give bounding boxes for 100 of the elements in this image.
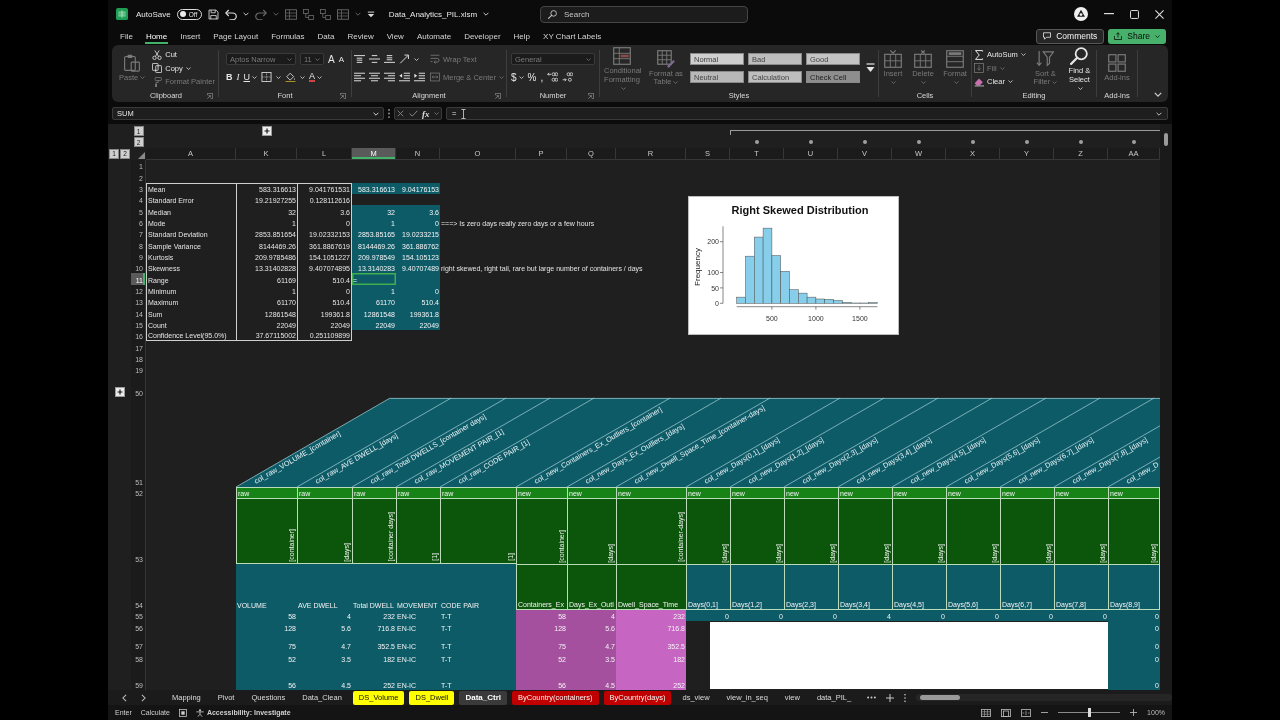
decrease-font-size-button[interactable]: A <box>338 53 344 65</box>
group-dot-icon[interactable] <box>1079 140 1083 144</box>
menu-tab[interactable]: Insert <box>179 28 202 44</box>
align-bottom-icon[interactable] <box>384 54 395 65</box>
bold-button[interactable]: B <box>226 71 233 83</box>
scroll-thumb[interactable] <box>920 695 961 700</box>
customize-icon[interactable] <box>366 10 375 18</box>
square-in-square-icon[interactable] <box>178 708 187 717</box>
dialog-launcher-icon[interactable] <box>495 93 501 99</box>
group-dot-icon[interactable] <box>755 140 759 144</box>
scroll-thumb[interactable] <box>1164 133 1168 146</box>
plus-box-icon[interactable] <box>261 126 272 136</box>
menu-tab[interactable]: Page Layout <box>212 28 260 44</box>
minimize-icon[interactable] <box>1104 13 1114 15</box>
minus-icon[interactable] <box>1041 711 1049 714</box>
chart-title: Right Skewed Distribution <box>731 204 869 216</box>
page-frame-icon[interactable] <box>1001 708 1012 717</box>
paint-roller-icon <box>152 76 163 87</box>
gallery-more-icon[interactable] <box>865 63 876 73</box>
account-icon[interactable] <box>1074 7 1088 21</box>
maximize-icon[interactable] <box>1130 9 1139 19</box>
search-field[interactable]: Search <box>540 5 748 23</box>
menu-tab[interactable]: XY Chart Labels <box>542 28 603 44</box>
search-icon <box>548 9 557 19</box>
align-middle-icon[interactable] <box>369 54 380 65</box>
currency-button[interactable]: $ <box>511 71 524 83</box>
vertical-dots-icon[interactable] <box>904 693 907 702</box>
group-dot-icon[interactable] <box>809 140 813 144</box>
left-arrow-circles-icon[interactable] <box>547 72 559 82</box>
group-dot-icon[interactable] <box>917 140 921 144</box>
axis-title: Frequency <box>693 248 702 286</box>
scissors-icon <box>152 49 163 60</box>
tiles-icon <box>1108 53 1126 72</box>
align-right-icon[interactable] <box>384 71 395 82</box>
menu-tab[interactable]: Data <box>316 28 336 44</box>
horizontal-scrollbar[interactable] <box>916 694 1172 701</box>
comments-button[interactable]: Comments <box>1036 28 1105 44</box>
sheet-tab[interactable]: Data_Ctrl <box>459 690 507 705</box>
cancel-icon[interactable] <box>397 110 405 117</box>
menu-tab[interactable]: Home <box>144 28 169 44</box>
dashed-cross-box-icon[interactable] <box>1021 708 1032 717</box>
group-dot-icon[interactable] <box>1025 140 1029 144</box>
group-dot-icon[interactable] <box>971 140 975 144</box>
dialog-launcher-icon[interactable] <box>340 93 346 99</box>
menu-tab[interactable]: File <box>119 28 134 44</box>
close-icon[interactable] <box>1155 9 1164 19</box>
comma-style-button[interactable]: , <box>540 71 544 83</box>
menu-tab[interactable]: View <box>385 28 405 44</box>
diagonal-arrow-icon[interactable] <box>399 54 410 65</box>
border-grid-icon[interactable] <box>261 72 272 82</box>
increase-font-size-button[interactable]: A <box>328 53 335 65</box>
paint-bucket-icon[interactable] <box>285 72 296 82</box>
font-color-button[interactable]: A <box>309 71 322 83</box>
caret-icon <box>315 57 320 61</box>
align-center-icon[interactable] <box>369 71 380 82</box>
chevron-right-icon[interactable] <box>141 693 146 702</box>
copy-icon <box>152 63 163 73</box>
table-icon[interactable] <box>336 8 349 20</box>
table-icon[interactable] <box>284 8 297 20</box>
menu-tab[interactable]: Automate <box>415 28 453 44</box>
chevron-down-icon[interactable] <box>1154 92 1162 97</box>
vertical-scrollbar[interactable] <box>1160 124 1172 690</box>
undo-icon[interactable] <box>224 8 237 20</box>
underline-button[interactable]: U <box>243 71 257 83</box>
align-top-icon[interactable] <box>354 54 365 65</box>
check-icon[interactable] <box>408 110 418 117</box>
plus-icon[interactable] <box>1130 709 1138 716</box>
document-title[interactable]: Data_Analytics_PIL.xlsm <box>388 9 478 19</box>
slider-thumb[interactable] <box>1087 708 1091 717</box>
plus-icon[interactable] <box>886 693 895 702</box>
linked-boxes-icon[interactable] <box>302 8 314 20</box>
menu-tab[interactable]: Formulas <box>270 28 306 44</box>
group-bracket[interactable] <box>730 130 1160 135</box>
plus-box-icon[interactable] <box>114 387 125 398</box>
menu-tab[interactable]: Help <box>512 28 532 44</box>
caret-icon <box>1155 34 1160 38</box>
redo-icon[interactable] <box>254 8 267 20</box>
insert-function-button[interactable]: fx <box>421 108 430 119</box>
save-icon[interactable] <box>207 8 219 20</box>
decrease-indent-icon[interactable] <box>399 71 410 82</box>
right-arrow-circles-icon[interactable] <box>562 72 574 82</box>
dialog-launcher-icon[interactable] <box>207 93 213 99</box>
linked-boxes-icon[interactable] <box>319 8 331 20</box>
corner-triangle-icon[interactable] <box>138 152 145 159</box>
dialog-launcher-icon[interactable] <box>588 93 594 99</box>
caret-icon[interactable] <box>433 112 439 115</box>
increase-indent-icon[interactable] <box>414 71 425 82</box>
percent-button[interactable]: % <box>527 71 537 83</box>
menu-tab[interactable]: Developer <box>463 28 502 44</box>
grid-icon[interactable] <box>981 708 992 717</box>
clipboard-icon <box>123 53 142 72</box>
align-left-icon[interactable] <box>354 71 365 82</box>
italic-button[interactable]: I <box>236 71 240 83</box>
group-dot-icon[interactable] <box>1132 140 1136 144</box>
down-arrow-box-icon <box>974 63 984 73</box>
group-dot-icon[interactable] <box>863 140 867 144</box>
more-icon[interactable] <box>867 696 877 699</box>
chevron-left-icon[interactable] <box>122 693 127 702</box>
share-button[interactable]: Share <box>1108 28 1166 44</box>
menu-tab[interactable]: Review <box>346 28 375 44</box>
